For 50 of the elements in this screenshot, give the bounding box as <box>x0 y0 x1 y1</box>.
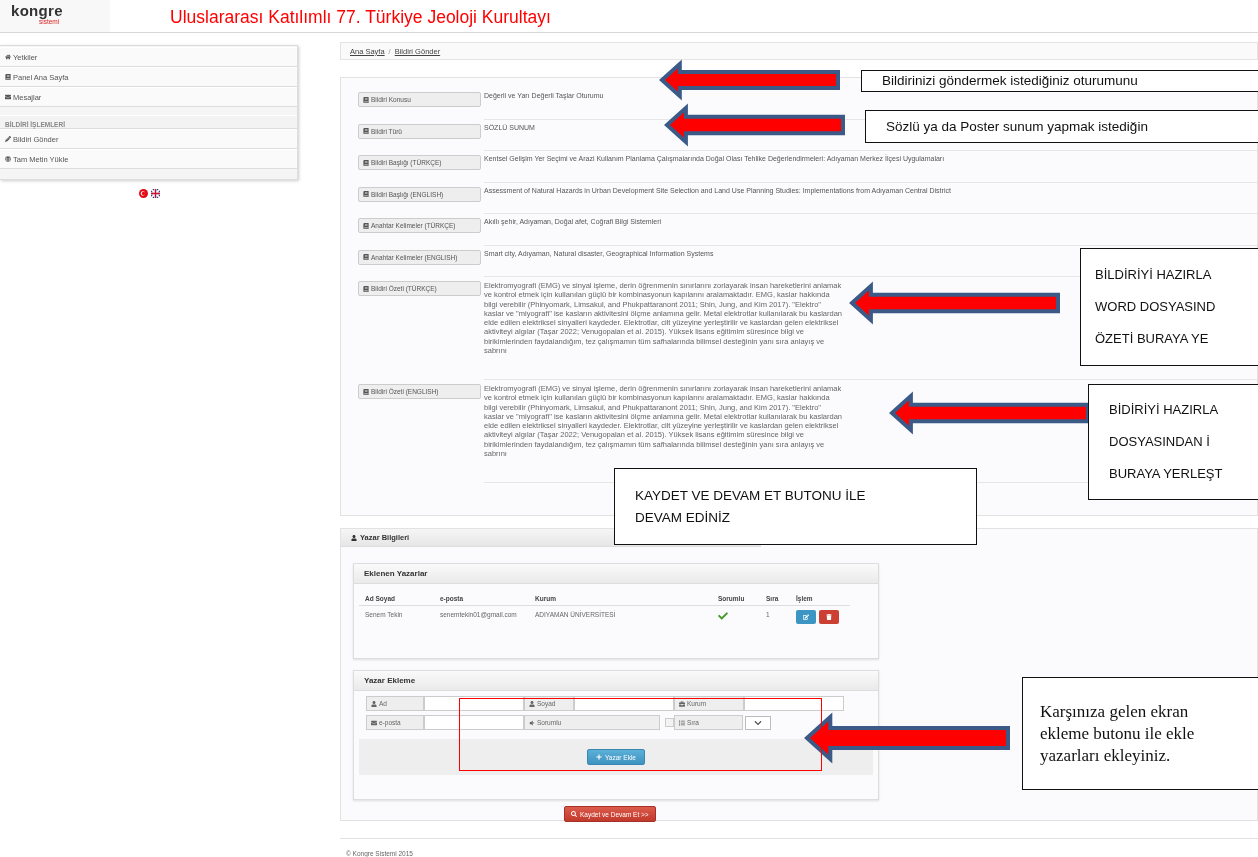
callout-text: BİLDİRİYİ HAZIRLA <box>1095 266 1213 284</box>
plus-icon <box>596 754 602 760</box>
callout-text: ekleme butonu ile ekle <box>1040 722 1196 745</box>
edit-button[interactable] <box>796 610 816 624</box>
search-icon <box>571 811 577 817</box>
callout-text: Bildirinizi göndermek istediğiniz oturumunu <box>882 72 1139 90</box>
book-icon <box>363 222 369 229</box>
book-icon <box>363 285 369 292</box>
briefcase-icon <box>679 700 685 707</box>
user-icon <box>351 534 357 541</box>
callout-text: BURAYA YERLEŞT <box>1109 465 1224 483</box>
input-field[interactable] <box>744 696 844 711</box>
user-icon <box>529 700 535 707</box>
checkbox[interactable] <box>665 718 674 727</box>
callout-text: Sözlü ya da Poster sunum yapmak istediğin <box>886 117 1149 136</box>
pencil-icon <box>5 136 11 142</box>
subpanel-title: Eklenen Yazarlar <box>354 564 878 584</box>
list-icon <box>679 719 685 726</box>
trash-icon <box>826 614 832 620</box>
chevron-icon <box>754 718 762 727</box>
speaker-icon <box>529 719 535 726</box>
home-icon <box>5 54 11 60</box>
book-icon <box>5 74 11 80</box>
book-icon <box>363 254 369 260</box>
delete-button[interactable] <box>819 610 839 624</box>
subpanel-title: Yazar Ekleme <box>354 671 878 691</box>
book-icon <box>363 388 369 395</box>
british-flag-icon[interactable] <box>150 189 160 198</box>
book-icon <box>363 191 369 197</box>
callout-text: WORD DOSYASIND <box>1095 298 1217 316</box>
callout-text: yazarları ekleyiniz. <box>1040 744 1172 767</box>
input-field[interactable] <box>424 696 524 711</box>
user-icon <box>371 700 377 707</box>
edit-icon <box>803 614 809 620</box>
callout-text: DOSYASINDAN İ <box>1109 433 1211 451</box>
callout-text: BİDİRİYİ HAZIRLA <box>1109 401 1220 419</box>
envelope-icon <box>371 719 377 726</box>
callout-text: ÖZETİ BURAYA YE <box>1095 330 1210 348</box>
globe-icon <box>5 156 11 162</box>
select-field[interactable] <box>745 715 771 730</box>
turkish-flag-icon[interactable] <box>138 189 148 198</box>
envelope-icon <box>5 94 11 100</box>
callout-text: KAYDET VE DEVAM ET BUTONU İLE <box>635 486 867 505</box>
callout-text: DEVAM EDİNİZ <box>635 508 731 527</box>
page-title: Uluslararası Katılımlı 77. Türkiye Jeoloji Kurultayı <box>170 6 551 28</box>
book-icon <box>363 159 369 166</box>
book-icon <box>363 128 369 134</box>
input-field[interactable] <box>424 715 524 730</box>
callout-text: Karşınıza gelen ekran <box>1040 700 1190 723</box>
book-icon <box>363 96 369 103</box>
